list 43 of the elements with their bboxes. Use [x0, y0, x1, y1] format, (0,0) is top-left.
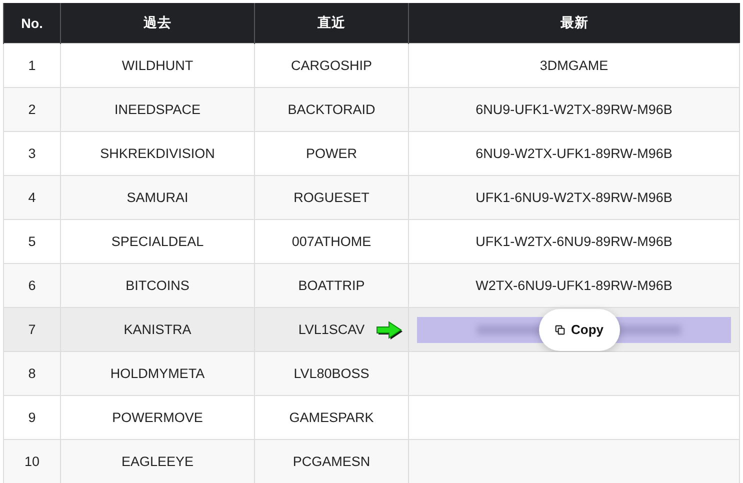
table-cell: CARGOSHIP: [290, 58, 372, 73]
table-cell: 3: [4, 132, 60, 176]
table-cell: UFK1-6NU9-W2TX-89RW-M96B: [476, 190, 672, 205]
column-header: No.: [4, 3, 60, 44]
copy-button[interactable]: Copy: [539, 308, 620, 350]
table-cell: 007ATHOME: [292, 234, 372, 249]
table-cell: 2: [4, 88, 60, 132]
table-cell: 3DMGAME: [540, 58, 608, 73]
table-cell: 9: [4, 396, 60, 440]
table-cell: EAGLEEYE: [60, 440, 254, 483]
table-cell: BITCOINS: [60, 264, 254, 308]
arrow-icon: [374, 319, 404, 341]
table-cell: 8: [4, 352, 60, 396]
table-cell: POWER: [306, 146, 357, 161]
table-cell: 5: [4, 220, 60, 264]
table-cell: W2TX-6NU9-UFK1-89RW-M96B: [476, 278, 672, 293]
table-cell: 4: [4, 176, 60, 220]
table-cell: 1: [4, 44, 60, 88]
table-cell: ROGUESET: [294, 190, 370, 205]
table-cell: INEEDSPACE: [60, 88, 254, 132]
table-cell: BACKTORAID: [288, 102, 376, 117]
table-cell: HOLDMYMETA: [60, 352, 254, 396]
table-cell: 10: [4, 440, 60, 483]
copy-icon: [555, 324, 565, 334]
table-cell: POWERMOVE: [60, 396, 254, 440]
table-cell: 6: [4, 264, 60, 308]
column-header: 過去: [60, 3, 254, 44]
table-cell: LVL80BOSS: [294, 366, 370, 381]
table-cell: SHKREKDIVISION: [60, 132, 254, 176]
table-cell: 7: [4, 308, 60, 352]
table-cell: LVL1SCAV: [298, 322, 365, 337]
column-header: 最新: [408, 3, 740, 44]
table-cell: 6NU9-UFK1-W2TX-89RW-M96B: [476, 102, 672, 117]
table-cell: SPECIALDEAL: [60, 220, 254, 264]
column-header: 直近: [254, 3, 408, 44]
table-cell: 6NU9-W2TX-UFK1-89RW-M96B: [476, 146, 672, 161]
table-cell: SAMURAI: [60, 176, 254, 220]
table-cell: WILDHUNT: [60, 44, 254, 88]
table-cell: BOATTRIP: [298, 278, 365, 293]
table-cell: GAMESPARK: [289, 410, 374, 425]
table-cell: PCGAMESN: [292, 454, 370, 469]
table-cell: KANISTRA: [60, 308, 254, 352]
table-cell: UFK1-W2TX-6NU9-89RW-M96B: [476, 234, 672, 249]
